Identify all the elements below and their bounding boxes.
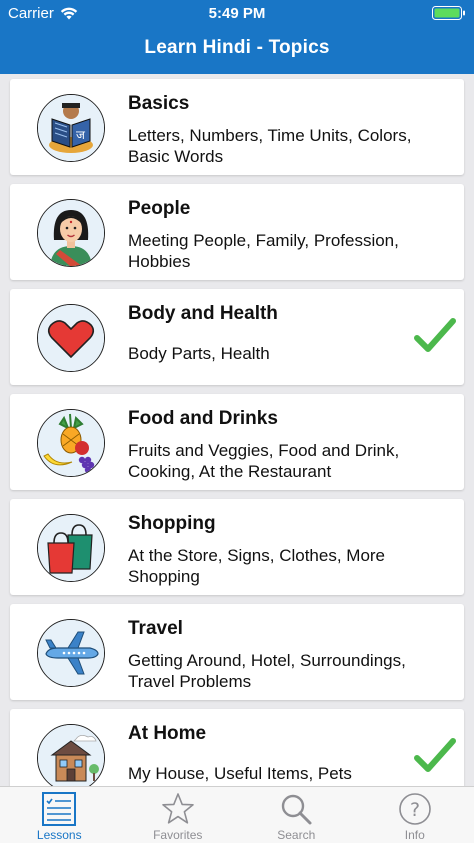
status-bar: Carrier 5:49 PM [0,0,474,26]
shopping-bags-icon [37,514,105,582]
svg-text:ज: ज [76,128,86,142]
star-icon [161,792,195,826]
topic-card-body-and-health[interactable]: Body and Health Body Parts, Health [10,289,464,385]
tab-favorites[interactable]: Favorites [119,787,238,843]
status-time: 5:49 PM [0,5,474,22]
fruit-icon [37,409,105,477]
topic-subtitle: Getting Around, Hotel, Surroundings, Tra… [128,650,428,692]
topic-subtitle: At the Store, Signs, Clothes, More Shopp… [128,545,428,587]
completed-check-icon [414,735,456,777]
topic-title: Shopping [128,513,216,535]
topic-title: Food and Drinks [128,408,278,430]
tab-label: Info [356,828,474,842]
topic-subtitle: Fruits and Veggies, Food and Drink, Cook… [128,440,448,482]
page-title: Learn Hindi - Topics [0,37,474,59]
tab-label: Search [237,828,356,842]
topic-title: At Home [128,723,206,745]
topic-card-at-home[interactable]: At Home My House, Useful Items, Pets [10,709,464,786]
battery-icon [432,6,466,20]
tab-info[interactable]: ? Info [356,787,474,843]
topic-subtitle: My House, Useful Items, Pets [128,763,428,784]
topic-subtitle: Body Parts, Health [128,343,428,364]
topic-title: Body and Health [128,303,278,325]
topic-card-food-and-drinks[interactable]: Food and Drinks Fruits and Veggies, Food… [10,394,464,490]
topic-subtitle: Meeting People, Family, Profession, Hobb… [128,230,428,272]
app-header: Carrier 5:49 PM Learn Hindi - Topics [0,0,474,74]
topic-subtitle: Letters, Numbers, Time Units, Colors, Ba… [128,125,428,167]
airplane-icon [37,619,105,687]
lessons-list-icon [42,792,76,826]
heart-icon [37,304,105,372]
topic-title: Basics [128,93,189,115]
woman-icon [37,199,105,267]
tab-bar: Lessons Favorites Search ? Info [0,786,474,843]
book-reader-icon: ज [37,94,105,162]
tab-label: Lessons [0,828,119,842]
topic-card-people[interactable]: People Meeting People, Family, Professio… [10,184,464,280]
search-icon [279,792,313,826]
topic-card-shopping[interactable]: Shopping At the Store, Signs, Clothes, M… [10,499,464,595]
tab-search[interactable]: Search [237,787,356,843]
topic-card-basics[interactable]: ज Basics Letters, Numbers, Time Units, C… [10,79,464,175]
topic-list: ज Basics Letters, Numbers, Time Units, C… [0,74,474,786]
info-icon: ? [398,792,432,826]
house-icon [37,724,105,786]
tab-label: Favorites [119,828,238,842]
tab-lessons[interactable]: Lessons [0,787,119,843]
topic-title: Travel [128,618,183,640]
topic-card-travel[interactable]: Travel Getting Around, Hotel, Surroundin… [10,604,464,700]
topic-title: People [128,198,190,220]
svg-text:?: ? [410,799,420,821]
completed-check-icon [414,315,456,357]
